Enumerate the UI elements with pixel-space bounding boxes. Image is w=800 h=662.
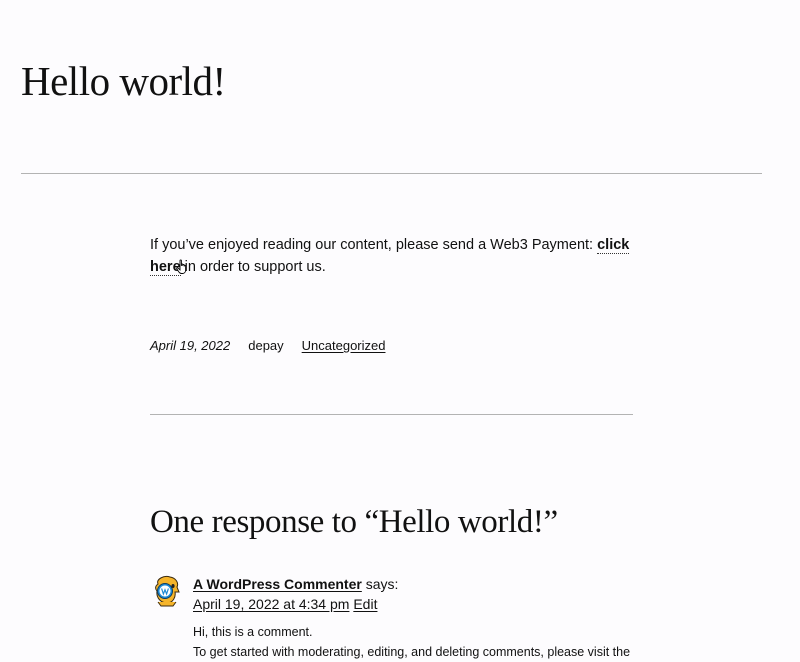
payment-paragraph: If you’ve enjoyed reading our content, p… <box>150 234 640 278</box>
payment-text-suffix: in order to support us. <box>180 259 326 275</box>
comment-text-line: Hi, this is a comment. <box>193 625 313 639</box>
comment-edit-link[interactable]: Edit <box>353 596 377 612</box>
comment-text-line: To get started with moderating, editing,… <box>193 645 631 659</box>
post-meta: April 19, 2022 depay Uncategorized <box>150 337 385 355</box>
comment-date-link[interactable]: April 19, 2022 at 4:34 pm <box>193 596 349 612</box>
comment-says: says: <box>361 576 399 592</box>
title-separator <box>21 173 762 174</box>
comment-text: Hi, this is a comment. To get started wi… <box>193 622 653 662</box>
post-author: depay <box>248 338 284 353</box>
wordpress-avatar-icon <box>152 575 182 608</box>
content-separator <box>150 414 633 415</box>
post-category-link[interactable]: Uncategorized <box>302 337 386 355</box>
post-content: If you’ve enjoyed reading our content, p… <box>150 234 640 278</box>
post-date: April 19, 2022 <box>150 338 231 353</box>
post-title: Hello world! <box>21 58 226 104</box>
comment-meta: April 19, 2022 at 4:34 pm Edit <box>193 594 653 614</box>
comment-body: A WordPress Commenter says: April 19, 20… <box>193 574 653 662</box>
comment-header: A WordPress Commenter says: <box>193 574 653 594</box>
payment-text-prefix: If you’ve enjoyed reading our content, p… <box>150 237 598 253</box>
comment-author-link[interactable]: A WordPress Commenter <box>193 576 362 592</box>
comments-title: One response to “Hello world!” <box>150 504 558 540</box>
